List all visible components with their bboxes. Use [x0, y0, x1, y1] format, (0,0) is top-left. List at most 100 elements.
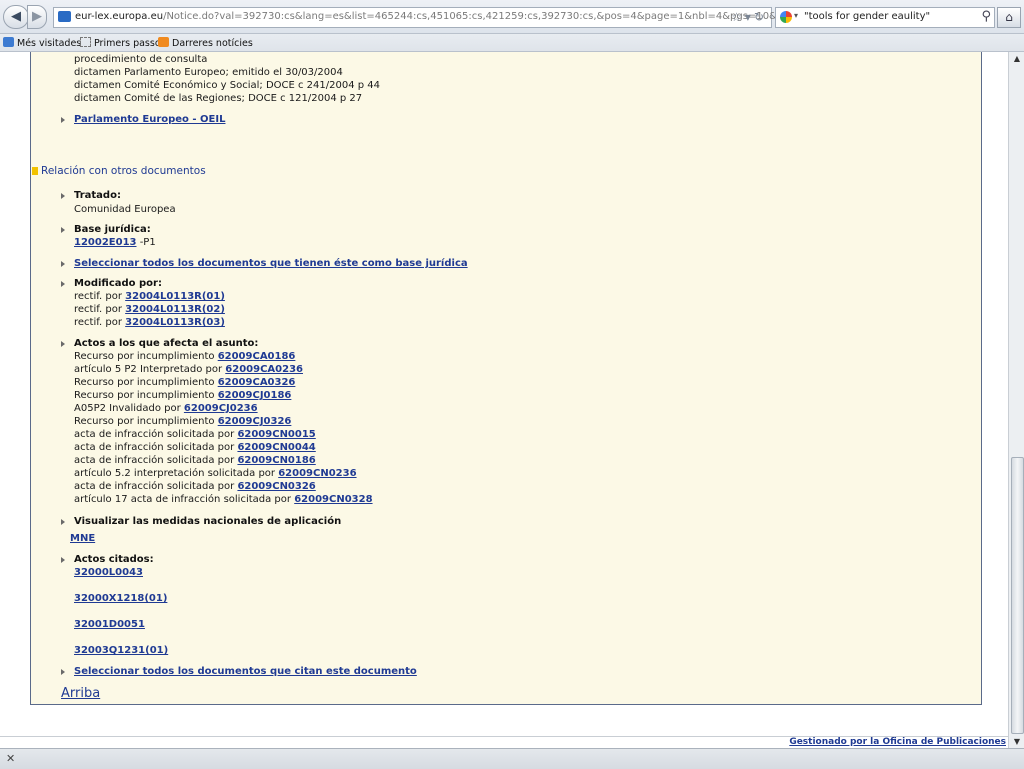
acto-row: Recurso por incumplimiento 62009CJ0186: [74, 390, 291, 401]
acto-row-text: Recurso por incumplimiento: [74, 390, 218, 401]
bullet-arrow-icon: [61, 281, 65, 287]
acto-row: A05P2 Invalidado por 62009CJ0236: [74, 403, 258, 414]
acto-row: Recurso por incumplimiento 62009CA0186: [74, 351, 295, 362]
url-host: eur-lex.europa.eu: [75, 11, 164, 22]
document-link[interactable]: 32001D0051: [74, 619, 145, 630]
vertical-scrollbar[interactable]: ▲ ▼: [1008, 52, 1024, 748]
document-link[interactable]: 62009CJ0326: [218, 416, 292, 427]
close-icon[interactable]: ✕: [6, 752, 15, 765]
document-link[interactable]: 32003Q1231(01): [74, 645, 168, 656]
citado-row: 32000L0043: [74, 567, 143, 578]
procedure-line: dictamen Parlamento Europeo; emitido el …: [74, 67, 343, 78]
acto-row-text: Recurso por incumplimiento: [74, 416, 218, 427]
dropdown-arrow-icon[interactable]: ▾: [745, 10, 754, 24]
parlamento-oeil-link[interactable]: Parlamento Europeo - OEIL: [74, 114, 225, 125]
document-link[interactable]: 62009CN0236: [278, 468, 356, 479]
document-link[interactable]: 62009CA0186: [218, 351, 296, 362]
document-link[interactable]: 62009CN0015: [237, 429, 315, 440]
acto-row-text: artículo 17 acta de infracción solicitad…: [74, 494, 295, 505]
bullet-arrow-icon: [61, 261, 65, 267]
scroll-up-arrow-icon[interactable]: ▲: [1009, 52, 1024, 66]
rss-feed-icon: [158, 37, 169, 47]
google-icon[interactable]: [780, 11, 792, 23]
document-link[interactable]: 32004L0113R(02): [125, 304, 225, 315]
select-base-link[interactable]: Seleccionar todos los documentos que tie…: [74, 258, 468, 269]
bullet-arrow-icon: [61, 227, 65, 233]
document-link[interactable]: 62009CA0236: [225, 364, 303, 375]
search-bar[interactable]: ▾ "tools for gender eaulity" ⚲: [775, 7, 995, 28]
acto-row-text: acta de infracción solicitada por: [74, 442, 238, 453]
base-juridica-label: Base jurídica:: [74, 224, 151, 235]
tratado-label: Tratado:: [74, 190, 121, 201]
address-bar[interactable]: eur-lex.europa.eu/Notice.do?val=392730:c…: [53, 7, 821, 28]
section-title: Relación con otros documentos: [41, 165, 206, 177]
document-link[interactable]: 32004L0113R(03): [125, 317, 225, 328]
document-link[interactable]: 62009CN0186: [237, 455, 315, 466]
reload-icon[interactable]: ↻: [754, 10, 767, 24]
modificado-row: rectif. por 32004L0113R(01): [74, 291, 225, 302]
publications-office-link[interactable]: Gestionado por la Oficina de Publicacion…: [789, 737, 1006, 747]
bookmark-latest-news[interactable]: Darreres notícies: [158, 37, 253, 49]
bullet-arrow-icon: [61, 519, 65, 525]
bookmark-getting-started[interactable]: Primers passos: [80, 37, 166, 49]
url-text[interactable]: eur-lex.europa.eu/Notice.do?val=392730:c…: [75, 11, 821, 22]
document-link[interactable]: 62009CJ0236: [184, 403, 258, 414]
bullet-arrow-icon: [61, 193, 65, 199]
bookmark-star-icon[interactable]: ☆: [731, 10, 745, 24]
acto-row-text: acta de infracción solicitada por: [74, 481, 238, 492]
acto-row-text: A05P2 Invalidado por: [74, 403, 184, 414]
modificado-row-text: rectif. por: [74, 317, 126, 328]
back-button[interactable]: ◀: [3, 5, 29, 29]
section-marker-icon: [32, 167, 38, 175]
modificado-row: rectif. por 32004L0113R(03): [74, 317, 225, 328]
search-engine-dropdown-icon[interactable]: ▾: [794, 11, 798, 20]
base-juridica-link[interactable]: 12002E013: [74, 237, 137, 248]
citado-row: 32000X1218(01): [74, 593, 167, 604]
modificado-label: Modificado por:: [74, 278, 162, 289]
procedure-line: procedimiento de consulta: [74, 54, 208, 65]
search-magnifier-icon[interactable]: ⚲: [981, 9, 991, 24]
forward-arrow-icon: ▶: [32, 9, 42, 24]
procedure-line: dictamen Comité Económico y Social; DOCE…: [74, 80, 381, 91]
document-link[interactable]: 62009CN0326: [237, 481, 315, 492]
page-viewport: procedimiento de consulta dictamen Parla…: [0, 52, 1008, 736]
acto-row-text: artículo 5 P2 Interpretado por: [74, 364, 226, 375]
medidas-label: Visualizar las medidas nacionales de apl…: [74, 516, 342, 527]
document-link[interactable]: 62009CN0044: [237, 442, 315, 453]
document-link[interactable]: 32000L0043: [74, 567, 143, 578]
acto-row: acta de infracción solicitada por 62009C…: [74, 481, 316, 492]
bullet-arrow-icon: [61, 117, 65, 123]
base-juridica-suffix: -P1: [139, 237, 156, 248]
acto-row-text: acta de infracción solicitada por: [74, 455, 238, 466]
url-path: /Notice.do?val=392730:cs&lang=es&list=46…: [163, 11, 822, 22]
back-to-top-link[interactable]: Arriba: [61, 686, 100, 701]
mne-link[interactable]: MNE: [70, 533, 95, 544]
document-link[interactable]: 62009CA0326: [218, 377, 296, 388]
acto-row-text: Recurso por incumplimiento: [74, 351, 218, 362]
navigation-toolbar: ◀ ▶ eur-lex.europa.eu/Notice.do?val=3927…: [0, 0, 1024, 34]
add-on-bar: ✕: [0, 748, 1024, 769]
scroll-down-arrow-icon[interactable]: ▼: [1009, 735, 1024, 748]
document-link[interactable]: 62009CN0328: [294, 494, 372, 505]
select-citan-link[interactable]: Seleccionar todos los documentos que cit…: [74, 666, 417, 677]
acto-row-text: acta de infracción solicitada por: [74, 429, 238, 440]
bookmark-most-visited[interactable]: Més visitades: [3, 37, 81, 49]
home-button[interactable]: ⌂: [997, 7, 1021, 28]
base-juridica-row: 12002E013 -P1: [74, 237, 156, 248]
forward-button[interactable]: ▶: [27, 5, 47, 29]
acto-row: acta de infracción solicitada por 62009C…: [74, 429, 316, 440]
bullet-arrow-icon: [61, 557, 65, 563]
acto-row: Recurso por incumplimiento 62009CJ0326: [74, 416, 291, 427]
search-input[interactable]: "tools for gender eaulity": [804, 11, 930, 22]
bullet-arrow-icon: [61, 341, 65, 347]
document-link[interactable]: 62009CJ0186: [218, 390, 292, 401]
home-icon: ⌂: [1005, 10, 1013, 24]
acto-row: acta de infracción solicitada por 62009C…: [74, 442, 316, 453]
document-link[interactable]: 32004L0113R(01): [125, 291, 225, 302]
acto-row: artículo 5.2 interpretación solicitada p…: [74, 468, 357, 479]
acto-row: acta de infracción solicitada por 62009C…: [74, 455, 316, 466]
site-identity-icon[interactable]: [58, 11, 71, 22]
document-link[interactable]: 32000X1218(01): [74, 593, 167, 604]
scroll-thumb[interactable]: [1011, 457, 1024, 734]
acto-row-text: artículo 5.2 interpretación solicitada p…: [74, 468, 279, 479]
